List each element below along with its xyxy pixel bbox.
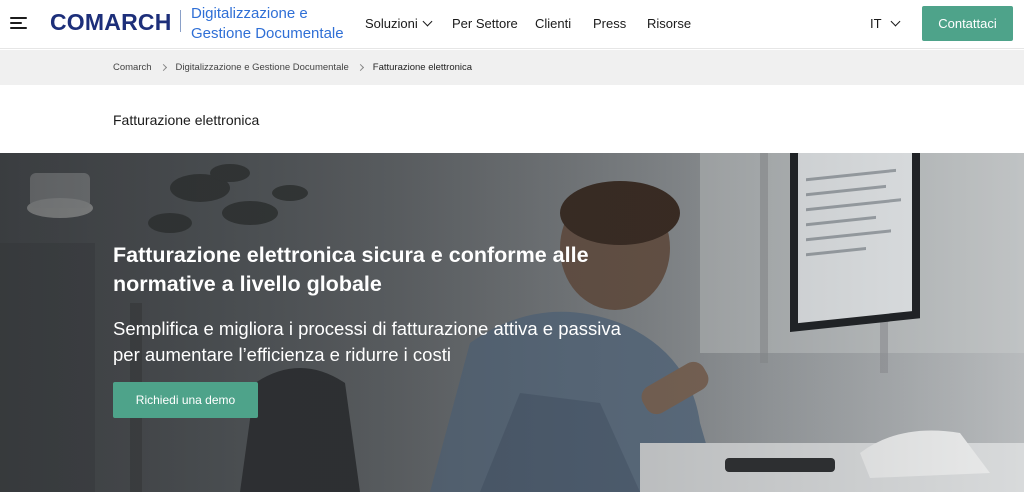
language-label: IT: [870, 16, 882, 31]
nav-soluzioni-label: Soluzioni: [365, 16, 418, 31]
breadcrumb: Comarch Digitalizzazione e Gestione Docu…: [0, 50, 1024, 85]
nav-risorse[interactable]: Risorse: [647, 16, 691, 31]
nav-press[interactable]: Press: [593, 16, 626, 31]
language-selector[interactable]: IT: [870, 16, 901, 31]
nav-clienti-label: Clienti: [535, 16, 572, 31]
hero-subheading: Semplifica e migliora i processi di fatt…: [113, 318, 621, 365]
menu-icon[interactable]: [10, 15, 27, 31]
breadcrumb-item-current: Fatturazione elettronica: [372, 62, 473, 73]
comarch-logo[interactable]: COMARCH: [50, 9, 172, 36]
nav-per-settore[interactable]: Per Settore: [452, 16, 518, 31]
contact-button[interactable]: Contattaci: [922, 6, 1013, 41]
page-title-band: Fatturazione elettronica: [0, 85, 1024, 153]
hero-banner: Fatturazione elettronica sicura e confor…: [0, 153, 1024, 492]
request-demo-button[interactable]: Richiedi una demo: [113, 382, 258, 418]
nav-per-settore-label: Per Settore: [452, 16, 518, 31]
product-title-link[interactable]: Digitalizzazione e Gestione Documentale: [191, 4, 361, 44]
nav-clienti[interactable]: Clienti: [535, 16, 571, 31]
page-title: Fatturazione elettronica: [113, 112, 260, 128]
nav-risorse-label: Risorse: [647, 16, 692, 31]
nav-press-label: Press: [593, 16, 627, 31]
breadcrumb-item-digitalizzazione[interactable]: Digitalizzazione e Gestione Documentale: [176, 62, 349, 73]
breadcrumb-item-comarch[interactable]: Comarch: [113, 62, 152, 73]
chevron-down-icon: [422, 16, 433, 27]
site-header: COMARCH Digitalizzazione e Gestione Docu…: [0, 0, 1024, 49]
hero-heading: Fatturazione elettronica sicura e confor…: [113, 243, 589, 296]
chevron-right-icon: [356, 63, 364, 72]
logo-divider: [180, 10, 181, 32]
nav-soluzioni[interactable]: Soluzioni: [365, 16, 433, 31]
chevron-down-icon: [890, 16, 901, 27]
chevron-right-icon: [159, 63, 167, 72]
